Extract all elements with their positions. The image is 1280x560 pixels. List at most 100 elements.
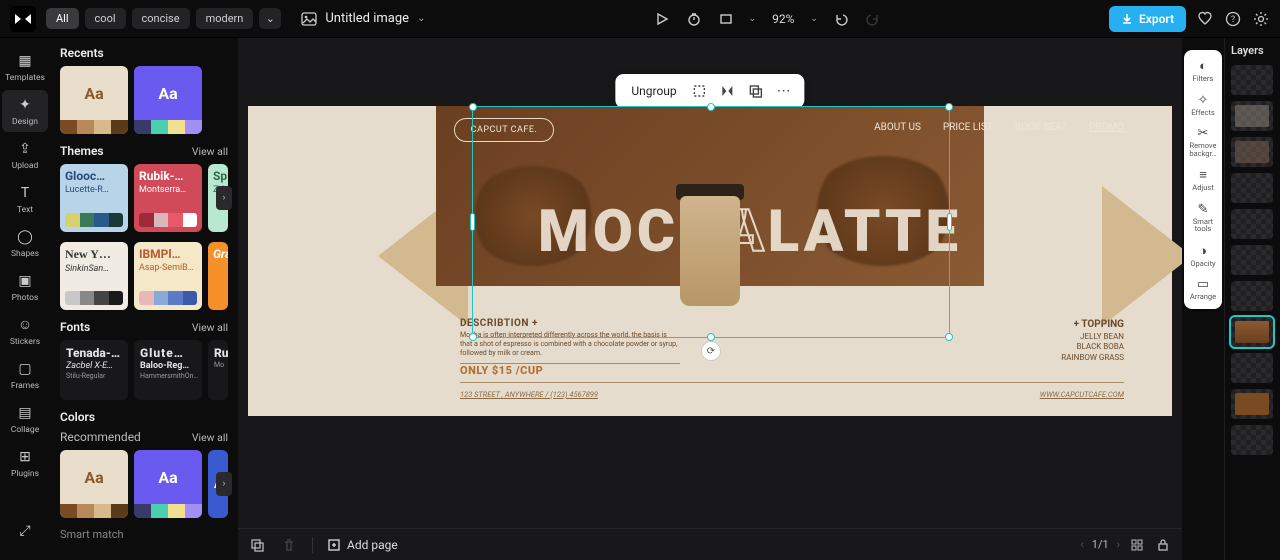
nav-price: PRICE LIST xyxy=(943,122,993,133)
chip-all[interactable]: All xyxy=(46,8,79,29)
color-swatch-2[interactable]: Aa xyxy=(134,450,202,518)
document-title[interactable]: Untitled image ⌄ xyxy=(301,11,425,27)
text-icon: T xyxy=(16,184,34,202)
colors-heading: Colors xyxy=(60,410,228,424)
canvas-scroll[interactable]: Page 1 ☰ Ungroup ⋯ CAPCUT CAFE. ABOUT US… xyxy=(238,38,1182,528)
resize-icon[interactable] xyxy=(717,10,735,28)
font-card-2[interactable]: Glute…Baloo-Reg…HammersmithOn… xyxy=(134,340,202,400)
qtool-effects[interactable]: ✧Effects xyxy=(1185,89,1221,121)
layer-thumb-2[interactable] xyxy=(1231,101,1273,131)
layer-thumb-11[interactable] xyxy=(1231,425,1273,455)
crop-icon[interactable] xyxy=(691,82,709,100)
qtool-arrange[interactable]: ▭Arrange xyxy=(1185,273,1221,305)
layer-thumb-4[interactable] xyxy=(1231,173,1273,203)
layer-thumb-7[interactable] xyxy=(1231,281,1273,311)
themes-next[interactable]: › xyxy=(216,186,232,210)
fonts-view-all[interactable]: View all xyxy=(192,321,228,334)
page-next[interactable]: › xyxy=(1117,538,1120,551)
delete-page-icon[interactable] xyxy=(280,536,298,554)
duplicate-page-icon[interactable] xyxy=(248,536,266,554)
footer-divider xyxy=(460,382,1124,383)
color-swatch-1[interactable]: Aa xyxy=(60,450,128,518)
layer-thumb-8[interactable] xyxy=(1231,317,1273,347)
rail-upload[interactable]: ⇪Upload xyxy=(2,134,48,176)
themes-view-all[interactable]: View all xyxy=(192,145,228,158)
lock-icon[interactable] xyxy=(1154,536,1172,554)
qtool-smart[interactable]: ✎Smart tools xyxy=(1185,198,1221,237)
timer-icon[interactable] xyxy=(685,10,703,28)
rail-shapes[interactable]: ◯Shapes xyxy=(2,222,48,264)
help-icon[interactable]: ? xyxy=(1224,10,1242,28)
chip-concise[interactable]: concise xyxy=(132,8,190,29)
play-icon[interactable] xyxy=(653,10,671,28)
rail-collage[interactable]: ▤Collage xyxy=(2,398,48,440)
rail-photos[interactable]: ▣Photos xyxy=(2,266,48,308)
zoom-level[interactable]: 92% xyxy=(772,12,794,26)
frames-icon: ▢ xyxy=(16,360,34,378)
theme-card-4[interactable]: New Y…SinkinSan… xyxy=(60,242,128,310)
rail-design[interactable]: ✦Design xyxy=(2,90,48,132)
font-card-1[interactable]: Tenada-…Zacbel X-E…Stilu-Regular xyxy=(60,340,128,400)
theme-card-5[interactable]: IBMPl…Asap-SemiB… xyxy=(134,242,202,310)
app-logo[interactable] xyxy=(10,6,36,32)
chip-modern[interactable]: modern xyxy=(196,8,254,29)
qtool-removebg[interactable]: ✂Remove backgr… xyxy=(1185,122,1221,161)
layer-thumb-3[interactable] xyxy=(1231,137,1273,167)
design-panel: Recents Aa Aa ThemesView all Glooc…Lucet… xyxy=(50,38,238,560)
rail-plugins[interactable]: ⊞Plugins xyxy=(2,442,48,484)
layer-thumb-6[interactable] xyxy=(1231,245,1273,275)
topping-title: + TOPPING xyxy=(1061,318,1124,332)
ungroup-button[interactable]: Ungroup xyxy=(627,84,680,98)
rail-stickers[interactable]: ☺Stickers xyxy=(2,310,48,352)
selection-context-bar: Ungroup ⋯ xyxy=(615,74,804,108)
colors-next[interactable]: › xyxy=(216,472,232,496)
theme-card-2[interactable]: Rubik-…Montserra… xyxy=(134,164,202,232)
chip-more[interactable]: ⌄ xyxy=(259,8,281,29)
flip-icon[interactable] xyxy=(719,82,737,100)
favorite-icon[interactable] xyxy=(1196,10,1214,28)
topping-3: RAINBOW GRASS xyxy=(1061,353,1124,364)
handle-br[interactable] xyxy=(945,333,953,341)
rail-text[interactable]: TText xyxy=(2,178,48,220)
qtool-adjust[interactable]: ≡Adjust xyxy=(1185,163,1221,196)
page-prev[interactable]: ‹ xyxy=(1080,538,1083,551)
export-button[interactable]: Export xyxy=(1109,6,1186,32)
resize-chevron-icon[interactable]: ⌄ xyxy=(749,14,757,24)
recent-swatch-2[interactable]: Aa xyxy=(134,66,202,134)
stickers-icon: ☺ xyxy=(16,316,34,334)
theme-card-6[interactable]: Gra xyxy=(208,242,228,310)
chevron-down-icon: ⌄ xyxy=(417,13,425,24)
recommended-heading: RecommendedView all xyxy=(60,430,228,444)
layer-thumb-10[interactable] xyxy=(1231,389,1273,419)
removebg-icon: ✂ xyxy=(1198,126,1209,141)
more-icon[interactable]: ⋯ xyxy=(775,82,793,100)
redo-icon[interactable] xyxy=(864,10,882,28)
qtool-filters[interactable]: ◐Filters xyxy=(1185,54,1221,87)
handle-bm[interactable] xyxy=(707,333,715,341)
grid-view-icon[interactable] xyxy=(1128,536,1146,554)
add-page-button[interactable]: Add page xyxy=(327,538,398,552)
document-title-text: Untitled image xyxy=(325,11,409,26)
undo-icon[interactable] xyxy=(832,10,850,28)
rail-templates[interactable]: ▦Templates xyxy=(2,46,48,88)
colors-view-all[interactable]: View all xyxy=(192,431,228,444)
design-icon: ✦ xyxy=(16,96,34,114)
page-nav: ‹ 1/1 › xyxy=(1080,536,1172,554)
layer-thumb-5[interactable] xyxy=(1231,209,1273,239)
theme-card-1[interactable]: Glooc…Lucette-R… xyxy=(60,164,128,232)
canvas-page[interactable]: CAPCUT CAFE. ABOUT US PRICE LIST BOOK SE… xyxy=(248,106,1172,416)
qtool-opacity[interactable]: ◑Opacity xyxy=(1185,239,1221,272)
export-label: Export xyxy=(1139,12,1174,26)
rotate-handle[interactable]: ⟳ xyxy=(701,341,721,361)
rail-frames[interactable]: ▢Frames xyxy=(2,354,48,396)
layer-thumb-1[interactable] xyxy=(1231,65,1273,95)
layer-thumb-9[interactable] xyxy=(1231,353,1273,383)
font-card-3[interactable]: RuMo xyxy=(208,340,228,400)
chip-cool[interactable]: cool xyxy=(85,8,126,29)
zoom-chevron-icon[interactable]: ⌄ xyxy=(810,14,818,24)
settings-icon[interactable] xyxy=(1252,10,1270,28)
photos-icon: ▣ xyxy=(16,272,34,290)
rail-expand[interactable]: ⤢ xyxy=(2,510,48,552)
copy-icon[interactable] xyxy=(747,82,765,100)
recent-swatch-1[interactable]: Aa xyxy=(60,66,128,134)
